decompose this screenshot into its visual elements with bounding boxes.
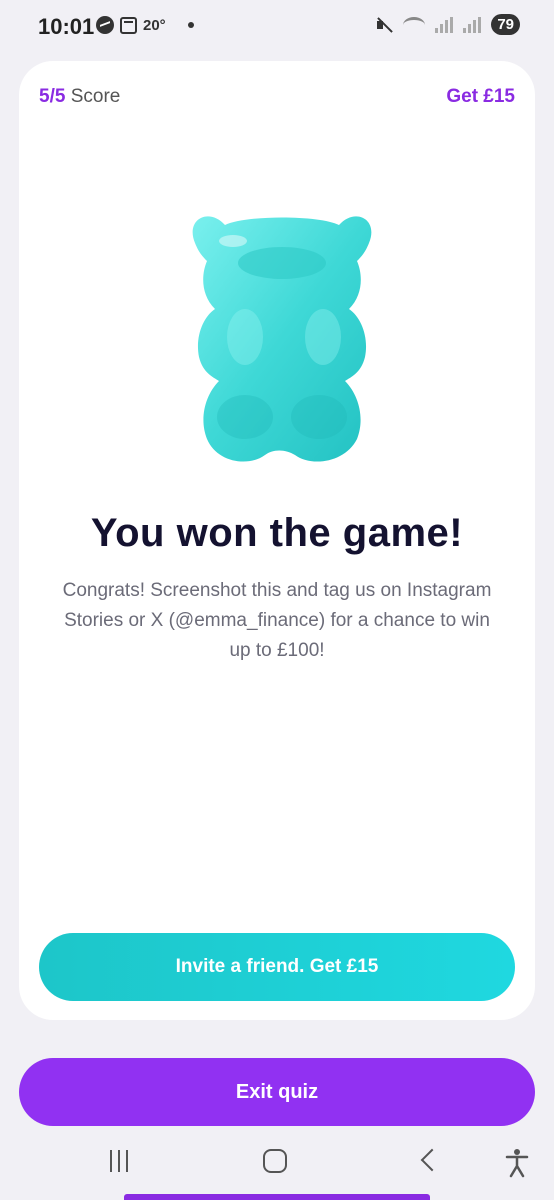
signal-icon [435,16,454,33]
bottom-strip [124,1194,430,1200]
notification-dot-icon [187,22,194,28]
status-time: 10:01 [38,14,95,39]
status-left-icons: 20° [96,16,194,34]
system-nav-bar [0,1128,554,1200]
score-label: Score [65,86,121,107]
home-icon[interactable] [263,1149,287,1173]
get-reward-link[interactable]: Get £15 [446,86,515,108]
status-bar: 10:01 20° 79 [0,0,554,56]
signal-icon-2 [463,16,482,33]
gummy-bear-icon [185,197,375,471]
mute-icon [375,16,393,34]
wifi-icon [403,16,426,33]
result-card: 5/5 Score Get £15 You won the game! Cong… [19,61,535,1020]
congrats-message: Congrats! Screenshot this and tag us on … [62,580,492,661]
status-temperature: 20° [143,16,166,34]
status-right-icons: 79 [375,14,520,35]
back-icon[interactable] [420,1148,444,1172]
score-value: 5/5 [39,86,66,107]
exit-quiz-button[interactable]: Exit quiz [19,1058,535,1126]
recent-apps-icon[interactable] [110,1150,128,1172]
invite-friend-button[interactable]: Invite a friend. Get £15 [39,933,515,1001]
accessibility-icon[interactable] [505,1148,529,1178]
page-title: You won the game! [90,511,464,555]
messenger-icon [96,16,114,34]
calendar-icon [120,16,137,34]
battery-indicator: 79 [491,14,520,35]
score-display: 5/5 Score [39,86,120,108]
